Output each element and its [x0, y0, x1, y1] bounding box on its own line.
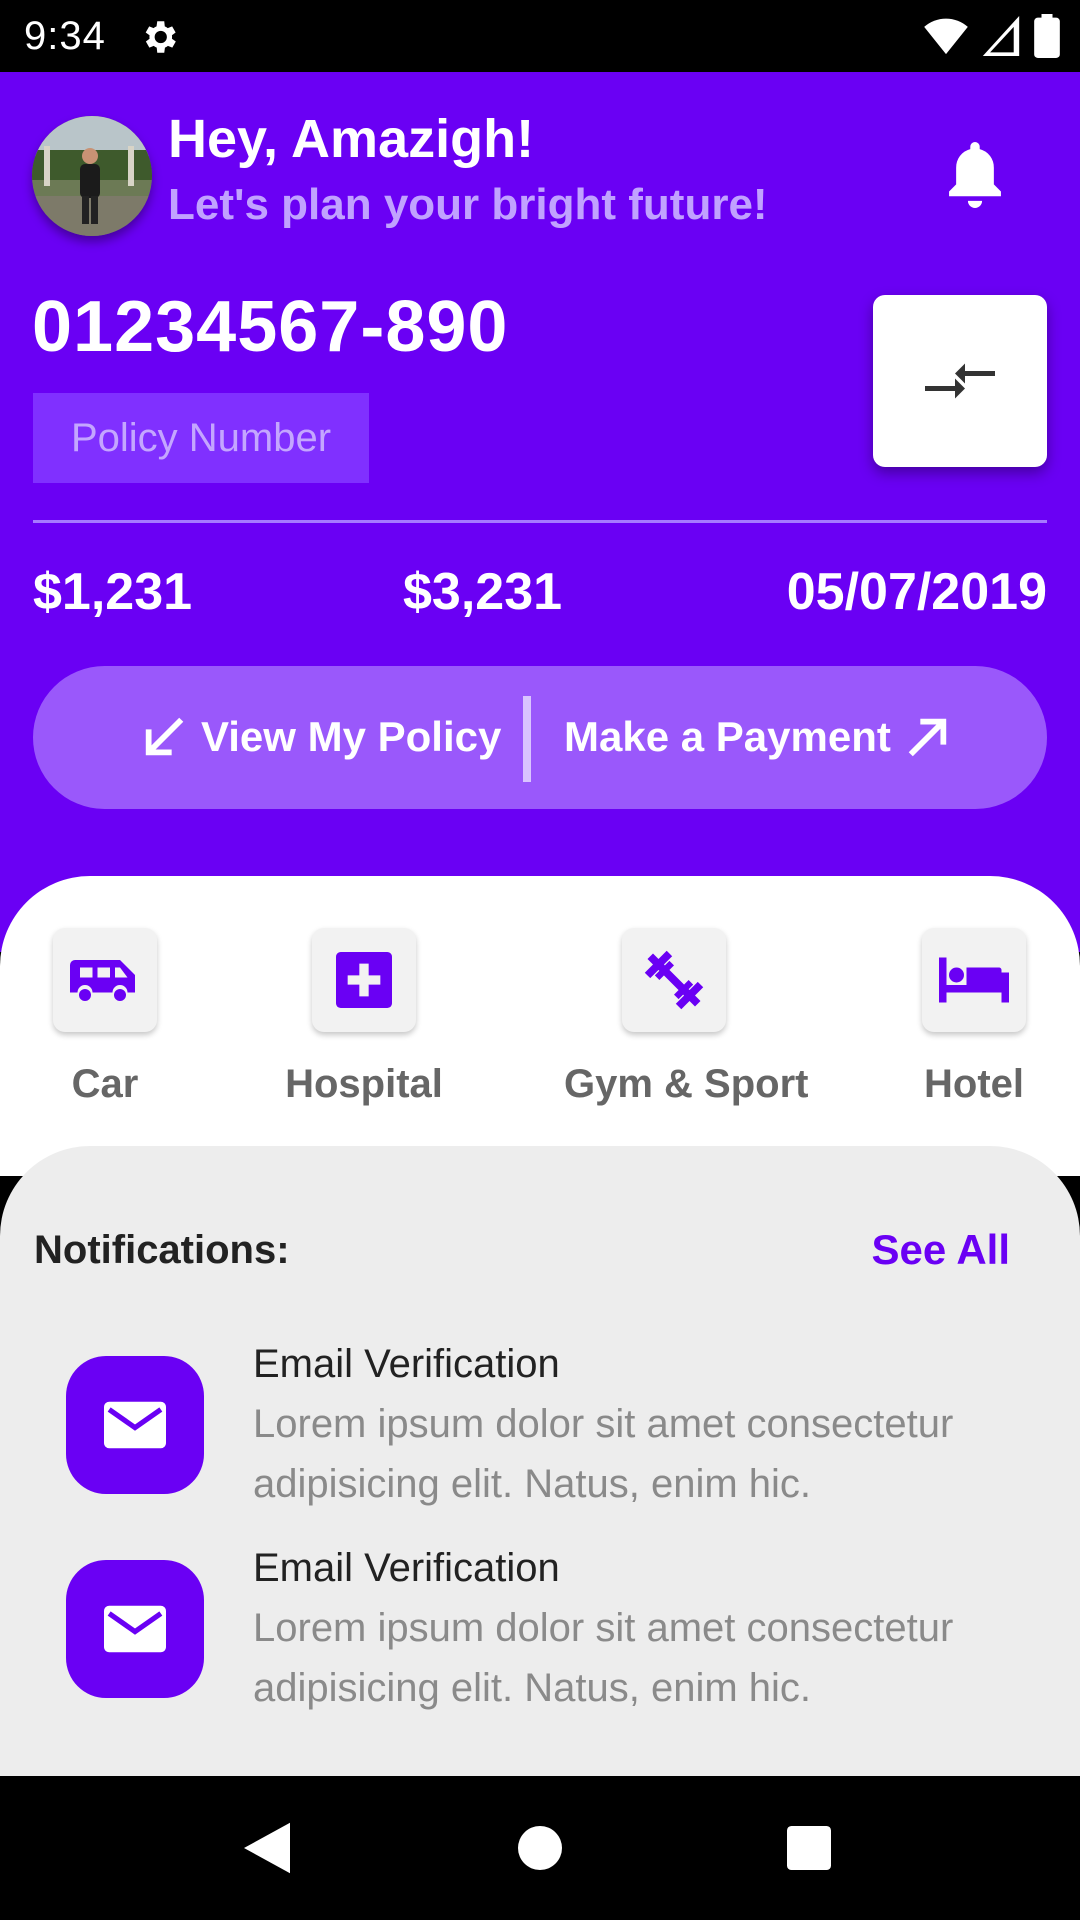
action-separator — [523, 696, 531, 782]
category-gym-box — [622, 928, 726, 1032]
category-hotel[interactable]: Hotel — [864, 928, 1080, 1107]
mail-icon — [104, 1605, 166, 1653]
avatar[interactable] — [32, 116, 152, 236]
swap-button[interactable] — [873, 295, 1047, 467]
notification-icon-box — [66, 1356, 204, 1494]
amount-2: $3,231 — [403, 563, 563, 621]
battery-icon — [1034, 14, 1060, 58]
amount-1: $1,231 — [33, 563, 193, 621]
hospital-icon — [336, 952, 392, 1008]
policy-date: 05/07/2019 — [786, 563, 1047, 621]
back-icon[interactable] — [244, 1822, 290, 1874]
notification-body: Lorem ipsum dolor sit amet consectetur a… — [253, 1402, 954, 1506]
category-hospital-box — [312, 928, 416, 1032]
header: Hey, Amazigh! Let's plan your bright fut… — [0, 72, 1080, 952]
notifications-panel: Notifications: See All Email Verificatio… — [0, 1146, 1080, 1776]
home-icon[interactable] — [518, 1826, 562, 1870]
category-car[interactable]: Car — [0, 928, 215, 1107]
signal-icon — [982, 16, 1020, 56]
notifications-title: Notifications: — [34, 1228, 290, 1272]
notification-icon-box — [66, 1560, 204, 1698]
category-hospital[interactable]: Hospital — [254, 928, 474, 1107]
dumbbell-icon — [644, 950, 704, 1010]
compare-arrows-icon — [925, 363, 995, 399]
notification-item[interactable]: Email Verification Lorem ipsum dolor sit… — [66, 1342, 1046, 1512]
notification-item[interactable]: Email Verification Lorem ipsum dolor sit… — [66, 1546, 1046, 1716]
see-all-link[interactable]: See All — [871, 1226, 1010, 1274]
arrow-down-left-icon — [145, 717, 184, 756]
subtitle: Let's plan your bright future! — [168, 180, 768, 229]
bell-icon[interactable] — [946, 142, 1004, 208]
notification-title: Email Verification — [253, 1342, 560, 1386]
category-hotel-label: Hotel — [924, 1062, 1024, 1106]
category-hotel-box — [922, 928, 1026, 1032]
category-car-box — [53, 928, 157, 1032]
policy-number: 01234567-890 — [32, 287, 509, 367]
view-policy-label: View My Policy — [201, 713, 502, 760]
mail-icon — [104, 1401, 166, 1449]
divider — [33, 520, 1047, 523]
arrow-up-right-icon — [908, 718, 947, 757]
category-car-label: Car — [71, 1062, 139, 1106]
van-icon — [70, 960, 135, 1001]
category-gym[interactable]: Gym & Sport — [564, 928, 809, 1107]
navigation-bar — [0, 1776, 1080, 1920]
recents-icon[interactable] — [787, 1826, 831, 1870]
status-time: 9:34 — [24, 14, 106, 58]
status-bar: 9:34 — [0, 0, 1080, 72]
bed-icon — [939, 957, 1009, 1003]
category-hospital-label: Hospital — [285, 1062, 443, 1106]
action-pill: View My Policy Make a Payment — [33, 666, 1047, 809]
greeting: Hey, Amazigh! — [168, 109, 535, 169]
make-payment-label: Make a Payment — [564, 713, 891, 760]
category-gym-label: Gym & Sport — [564, 1062, 809, 1106]
notification-body: Lorem ipsum dolor sit amet consectetur a… — [253, 1606, 954, 1710]
policy-number-label: Policy Number — [33, 393, 369, 483]
make-payment-button[interactable]: Make a Payment — [564, 704, 951, 770]
view-policy-button[interactable]: View My Policy — [141, 704, 501, 770]
wifi-icon — [924, 18, 968, 55]
notification-title: Email Verification — [253, 1546, 560, 1590]
categories-panel: Car Hospital Gym & Sport Hotel — [0, 876, 1080, 1176]
gear-icon — [145, 21, 176, 53]
